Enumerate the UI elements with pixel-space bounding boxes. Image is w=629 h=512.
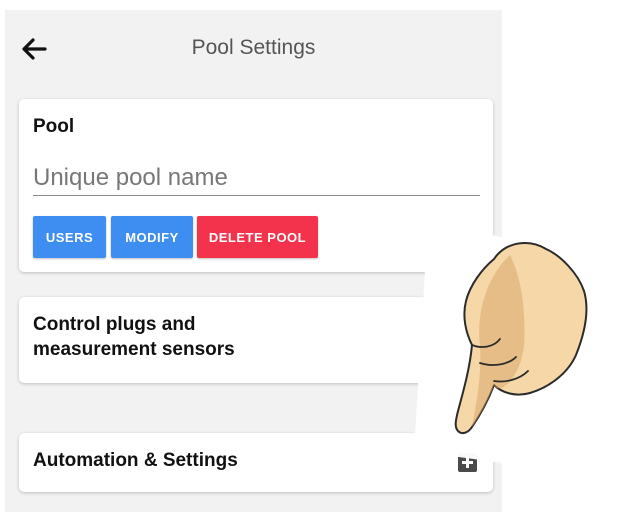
pointing-hand-icon xyxy=(414,221,620,477)
pool-card-title: Pool xyxy=(33,116,75,137)
pool-name-input[interactable] xyxy=(33,161,480,196)
plugs-sensors-title: Control plugs and measurement sensors xyxy=(33,314,235,360)
delete-pool-button[interactable]: DELETE POOL xyxy=(197,216,318,258)
automation-settings-title: Automation & Settings xyxy=(33,450,238,471)
users-button[interactable]: USERS xyxy=(33,216,106,258)
header: Pool Settings xyxy=(5,10,502,88)
modify-button[interactable]: MODIFY xyxy=(111,216,193,258)
page-title: Pool Settings xyxy=(191,36,316,59)
